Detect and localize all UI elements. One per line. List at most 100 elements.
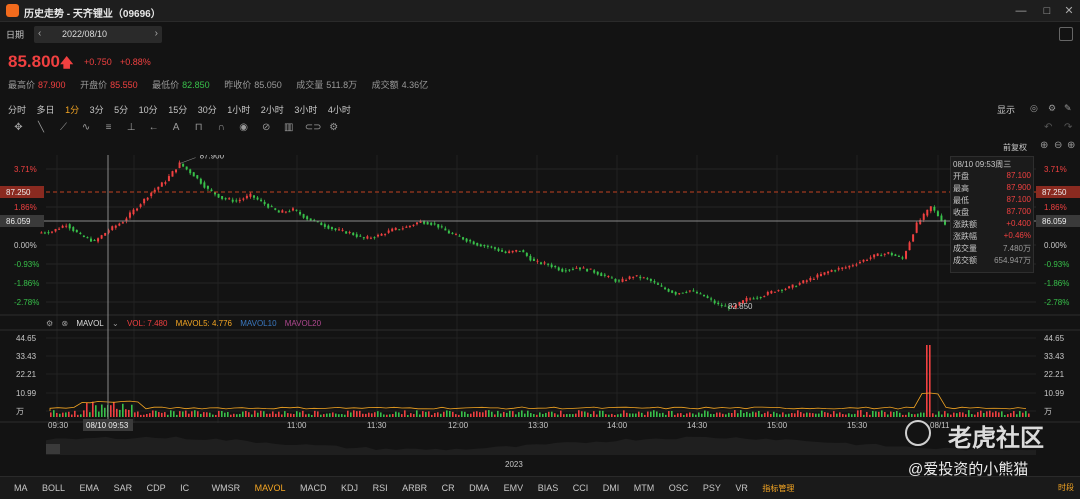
gear-icon[interactable]: ⚙	[1048, 103, 1056, 114]
volume-bar	[875, 411, 877, 417]
volume-bar	[815, 413, 817, 417]
hide-icon[interactable]: ⊘	[260, 122, 273, 133]
time-axis-label: 11:30	[367, 421, 387, 430]
indicator-item[interactable]: IC	[180, 477, 189, 499]
reset-icon[interactable]: ⊕	[1067, 140, 1075, 151]
volume-bar	[857, 410, 859, 417]
indicator-item[interactable]: MA	[14, 477, 28, 499]
indicator-item[interactable]: MTM	[634, 477, 655, 499]
volume-bar	[455, 414, 457, 417]
indicator-item[interactable]: ARBR	[402, 477, 427, 499]
indicator-item[interactable]: OSC	[669, 477, 689, 499]
settings-icon[interactable]: ⚙	[46, 319, 53, 328]
indicator-item[interactable]: DMI	[603, 477, 620, 499]
redo-button[interactable]: ↷	[1064, 122, 1072, 133]
indicator-item[interactable]: KDJ	[341, 477, 358, 499]
indicator-item[interactable]: PSY	[703, 477, 721, 499]
candle-body	[299, 211, 302, 215]
magnet-icon[interactable]: ∩	[215, 122, 228, 133]
candle-body	[476, 242, 479, 246]
volume-bar	[212, 414, 214, 417]
volume-bar	[896, 411, 898, 417]
indicator-item[interactable]: EMV	[504, 477, 524, 499]
indicator-item[interactable]: BOLL	[42, 477, 65, 499]
indicator-item[interactable]: SAR	[114, 477, 133, 499]
maximize-button[interactable]: □	[1038, 3, 1056, 19]
indicator-manage[interactable]: 指标管理	[762, 478, 794, 499]
volume-bar	[56, 412, 58, 417]
eye-icon[interactable]: ◉	[237, 122, 250, 133]
measure-icon[interactable]: ⊥	[125, 122, 138, 133]
arrow-icon[interactable]: ←	[147, 122, 160, 133]
tab-period[interactable]: 3分	[90, 103, 104, 116]
candle-body	[596, 271, 599, 275]
camera-icon[interactable]: ◎	[1030, 103, 1038, 114]
tab-period-active[interactable]: 1分	[65, 103, 79, 116]
move-icon[interactable]: ✥	[12, 122, 25, 133]
fib-icon[interactable]: ≡	[102, 122, 115, 133]
indicator-item[interactable]: CDP	[147, 477, 166, 499]
undo-button[interactable]: ↶	[1044, 122, 1052, 133]
candle-body	[206, 185, 209, 189]
volume-bar	[971, 414, 973, 417]
volume-bar	[398, 412, 400, 417]
settings-icon[interactable]: ⚙	[327, 122, 340, 133]
delete-icon[interactable]: ▥	[282, 122, 295, 133]
indicator-item[interactable]: CR	[442, 477, 455, 499]
display-menu[interactable]: 显示	[997, 103, 1015, 116]
indicator-item[interactable]: BIAS	[538, 477, 559, 499]
date-value[interactable]: 2022/08/10	[62, 29, 107, 39]
tab-period[interactable]: 4小时	[328, 103, 351, 116]
tab-period[interactable]: 5分	[114, 103, 128, 116]
candle-body	[479, 244, 482, 247]
candle-body	[756, 297, 759, 299]
trend-icon[interactable]: ⟋	[57, 122, 70, 133]
wave-icon[interactable]: ∿	[80, 122, 93, 133]
tab-period[interactable]: 2小时	[261, 103, 284, 116]
next-date-button[interactable]: ›	[155, 28, 158, 39]
tab-period[interactable]: 1小时	[227, 103, 250, 116]
candle-body	[157, 186, 160, 190]
candle-body	[394, 227, 397, 230]
line-icon[interactable]: ╲	[35, 122, 48, 133]
candle-body	[302, 214, 305, 218]
indicator-item-active[interactable]: MAVOL	[255, 477, 286, 499]
indicator-item[interactable]: VR	[735, 477, 748, 499]
volume-bar	[821, 410, 823, 417]
indicator-item[interactable]: RSI	[373, 477, 388, 499]
prev-date-button[interactable]: ‹	[38, 28, 41, 39]
text-icon[interactable]: A	[170, 122, 183, 133]
tab-period[interactable]: 3小时	[294, 103, 317, 116]
chevron-down-icon[interactable]: ⌄	[112, 319, 119, 328]
indicator-item[interactable]: CCI	[573, 477, 589, 499]
close-button[interactable]: ✕	[1060, 3, 1078, 19]
minimize-button[interactable]: —	[1012, 3, 1030, 19]
indicator-item[interactable]: EMA	[80, 477, 100, 499]
date-picker[interactable]: ‹ 2022/08/10 ›	[34, 26, 162, 43]
close-icon[interactable]: ⊗	[61, 319, 68, 328]
candle-body	[809, 278, 812, 281]
indicator-legend: ⚙ ⊗ MAVOL ⌄ VOL: 7.480 MAVOL5: 4.776 MAV…	[46, 319, 327, 331]
indicator-item[interactable]: MACD	[300, 477, 327, 499]
adjust-mode[interactable]: 前复权	[1003, 142, 1027, 153]
session-button[interactable]: 时段	[1058, 477, 1074, 499]
tab-period[interactable]: 30分	[198, 103, 217, 116]
tab-period[interactable]: 10分	[139, 103, 158, 116]
lock-icon[interactable]: ⊓	[192, 122, 205, 133]
volume-bar	[386, 414, 388, 417]
volume-bar	[596, 414, 598, 417]
pencil-icon[interactable]: ✎	[1064, 103, 1072, 114]
candle-body	[320, 222, 323, 226]
link-icon[interactable]: ⊂⊃	[305, 122, 322, 133]
indicator-item[interactable]: DMA	[469, 477, 489, 499]
tab-period[interactable]: 15分	[168, 103, 187, 116]
volume-bar	[362, 413, 364, 417]
tab-period[interactable]: 多日	[37, 103, 55, 116]
tab-period[interactable]: 分时	[8, 103, 26, 116]
zoom-out-icon[interactable]: ⊖	[1054, 140, 1062, 151]
volume-bar	[665, 414, 667, 417]
volume-bar	[746, 411, 748, 417]
expand-icon[interactable]	[1059, 27, 1073, 41]
indicator-item[interactable]: WMSR	[212, 477, 241, 499]
zoom-in-icon[interactable]: ⊕	[1040, 140, 1048, 151]
